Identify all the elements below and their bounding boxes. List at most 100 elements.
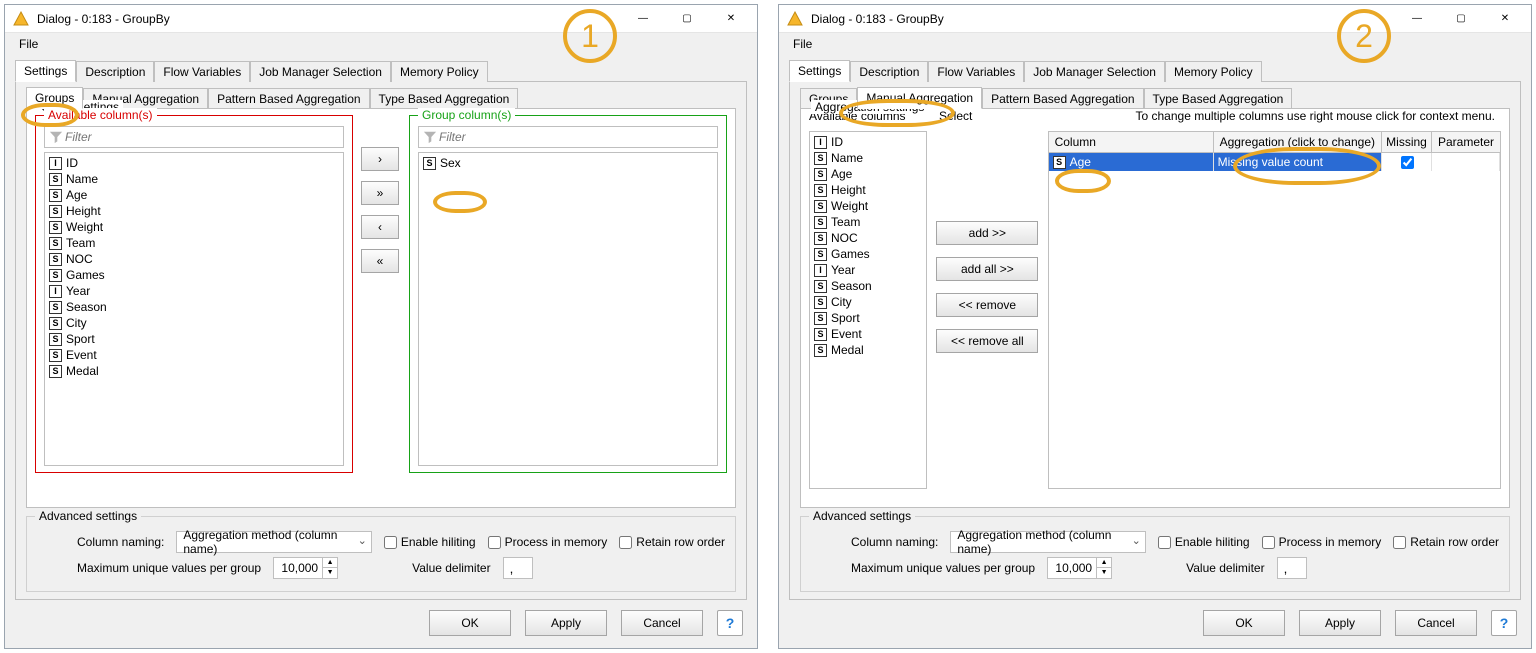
list-item[interactable]: SEvent	[47, 347, 341, 363]
available-columns-list[interactable]: IIDSNameSAgeSHeightSWeightSTeamSNOCSGame…	[809, 131, 927, 489]
list-item[interactable]: SSport	[47, 331, 341, 347]
apply-button[interactable]: Apply	[1299, 610, 1381, 636]
list-item[interactable]: SAge	[47, 187, 341, 203]
list-item[interactable]: SCity	[812, 294, 924, 310]
tab-description[interactable]: Description	[850, 61, 928, 82]
tab-pattern-aggregation[interactable]: Pattern Based Aggregation	[208, 88, 369, 109]
list-item[interactable]: STeam	[47, 235, 341, 251]
tab-memory-policy[interactable]: Memory Policy	[391, 61, 488, 82]
tab-settings[interactable]: Settings	[789, 60, 850, 82]
list-item[interactable]: STeam	[812, 214, 924, 230]
th-missing[interactable]: Missing	[1382, 132, 1432, 152]
enable-hiliting-checkbox[interactable]: Enable hiliting	[1158, 535, 1250, 549]
list-item[interactable]: SNOC	[47, 251, 341, 267]
list-item[interactable]: SSeason	[47, 299, 341, 315]
add-one-button[interactable]: ›	[361, 147, 399, 171]
value-delimiter-input[interactable]	[1277, 557, 1307, 579]
tab-description[interactable]: Description	[76, 61, 154, 82]
tab-settings[interactable]: Settings	[15, 60, 76, 82]
table-row[interactable]: SAgeMissing value count	[1049, 153, 1500, 171]
list-item[interactable]: SAge	[812, 166, 924, 182]
th-aggregation[interactable]: Aggregation (click to change)	[1214, 132, 1382, 152]
retain-row-order-checkbox[interactable]: Retain row order	[1393, 535, 1499, 549]
process-in-memory-checkbox[interactable]: Process in memory	[1262, 535, 1382, 549]
list-item[interactable]: IYear	[812, 262, 924, 278]
add-all-button[interactable]: add all >>	[936, 257, 1038, 281]
cell-parameter[interactable]	[1432, 153, 1500, 171]
list-item[interactable]: SHeight	[812, 182, 924, 198]
list-item[interactable]: IID	[812, 134, 924, 150]
minimize-button[interactable]: —	[1395, 5, 1439, 33]
column-naming-combo[interactable]: Aggregation method (column name)	[950, 531, 1145, 553]
list-item[interactable]: SHeight	[47, 203, 341, 219]
group-filter[interactable]	[418, 126, 718, 148]
th-column[interactable]: Column	[1049, 132, 1214, 152]
list-item[interactable]: SName	[812, 150, 924, 166]
max-unique-spinner[interactable]: ▲▼	[273, 557, 338, 579]
help-button[interactable]: ?	[1491, 610, 1517, 636]
group-filter-input[interactable]	[437, 129, 713, 145]
close-button[interactable]: ✕	[1483, 5, 1527, 33]
cell-missing[interactable]	[1382, 153, 1432, 171]
tab-type-aggregation[interactable]: Type Based Aggregation	[370, 88, 519, 109]
minimize-button[interactable]: —	[621, 5, 665, 33]
enable-hiliting-checkbox[interactable]: Enable hiliting	[384, 535, 476, 549]
ok-button[interactable]: OK	[1203, 610, 1285, 636]
apply-button[interactable]: Apply	[525, 610, 607, 636]
list-item[interactable]: SSex	[421, 155, 715, 171]
remove-one-button[interactable]: ‹	[361, 215, 399, 239]
available-columns-list[interactable]: IIDSNameSAgeSHeightSWeightSTeamSNOCSGame…	[44, 152, 344, 466]
help-button[interactable]: ?	[717, 610, 743, 636]
close-button[interactable]: ✕	[709, 5, 753, 33]
menu-file[interactable]: File	[787, 35, 818, 53]
tab-pattern-aggregation[interactable]: Pattern Based Aggregation	[982, 88, 1143, 109]
spinner-up[interactable]: ▲	[323, 558, 337, 568]
list-item[interactable]: SGames	[812, 246, 924, 262]
tab-flow-variables[interactable]: Flow Variables	[928, 61, 1024, 82]
max-unique-input[interactable]	[274, 561, 322, 575]
spinner-down[interactable]: ▼	[1097, 568, 1111, 578]
process-in-memory-checkbox[interactable]: Process in memory	[488, 535, 608, 549]
cell-column[interactable]: SAge	[1049, 153, 1214, 171]
available-filter-input[interactable]	[63, 129, 339, 145]
add-button[interactable]: add >>	[936, 221, 1038, 245]
list-item[interactable]: SMedal	[47, 363, 341, 379]
cancel-button[interactable]: Cancel	[621, 610, 703, 636]
available-filter[interactable]	[44, 126, 344, 148]
remove-all-button[interactable]: << remove all	[936, 329, 1038, 353]
tab-manual-aggregation[interactable]: Manual Aggregation	[857, 87, 982, 109]
maximize-button[interactable]: ▢	[665, 5, 709, 33]
tab-flow-variables[interactable]: Flow Variables	[154, 61, 250, 82]
tab-groups[interactable]: Groups	[26, 87, 83, 109]
spinner-up[interactable]: ▲	[1097, 558, 1111, 568]
maximize-button[interactable]: ▢	[1439, 5, 1483, 33]
group-columns-list[interactable]: SSex	[418, 152, 718, 466]
list-item[interactable]: IYear	[47, 283, 341, 299]
tab-job-manager[interactable]: Job Manager Selection	[250, 61, 391, 82]
tab-job-manager[interactable]: Job Manager Selection	[1024, 61, 1165, 82]
list-item[interactable]: SSeason	[812, 278, 924, 294]
list-item[interactable]: IID	[47, 155, 341, 171]
th-parameter[interactable]: Parameter	[1432, 132, 1500, 152]
column-naming-combo[interactable]: Aggregation method (column name)	[176, 531, 371, 553]
list-item[interactable]: SMedal	[812, 342, 924, 358]
remove-all-button[interactable]: «	[361, 249, 399, 273]
list-item[interactable]: SEvent	[812, 326, 924, 342]
menu-file[interactable]: File	[13, 35, 44, 53]
max-unique-input[interactable]	[1048, 561, 1096, 575]
list-item[interactable]: SGames	[47, 267, 341, 283]
remove-button[interactable]: << remove	[936, 293, 1038, 317]
list-item[interactable]: SWeight	[812, 198, 924, 214]
cancel-button[interactable]: Cancel	[1395, 610, 1477, 636]
ok-button[interactable]: OK	[429, 610, 511, 636]
missing-checkbox[interactable]	[1401, 156, 1414, 169]
add-all-button[interactable]: »	[361, 181, 399, 205]
list-item[interactable]: SNOC	[812, 230, 924, 246]
list-item[interactable]: SName	[47, 171, 341, 187]
list-item[interactable]: SCity	[47, 315, 341, 331]
max-unique-spinner[interactable]: ▲▼	[1047, 557, 1112, 579]
cell-aggregation[interactable]: Missing value count	[1214, 153, 1382, 171]
spinner-down[interactable]: ▼	[323, 568, 337, 578]
tab-memory-policy[interactable]: Memory Policy	[1165, 61, 1262, 82]
aggregation-table[interactable]: Column Aggregation (click to change) Mis…	[1048, 131, 1501, 489]
